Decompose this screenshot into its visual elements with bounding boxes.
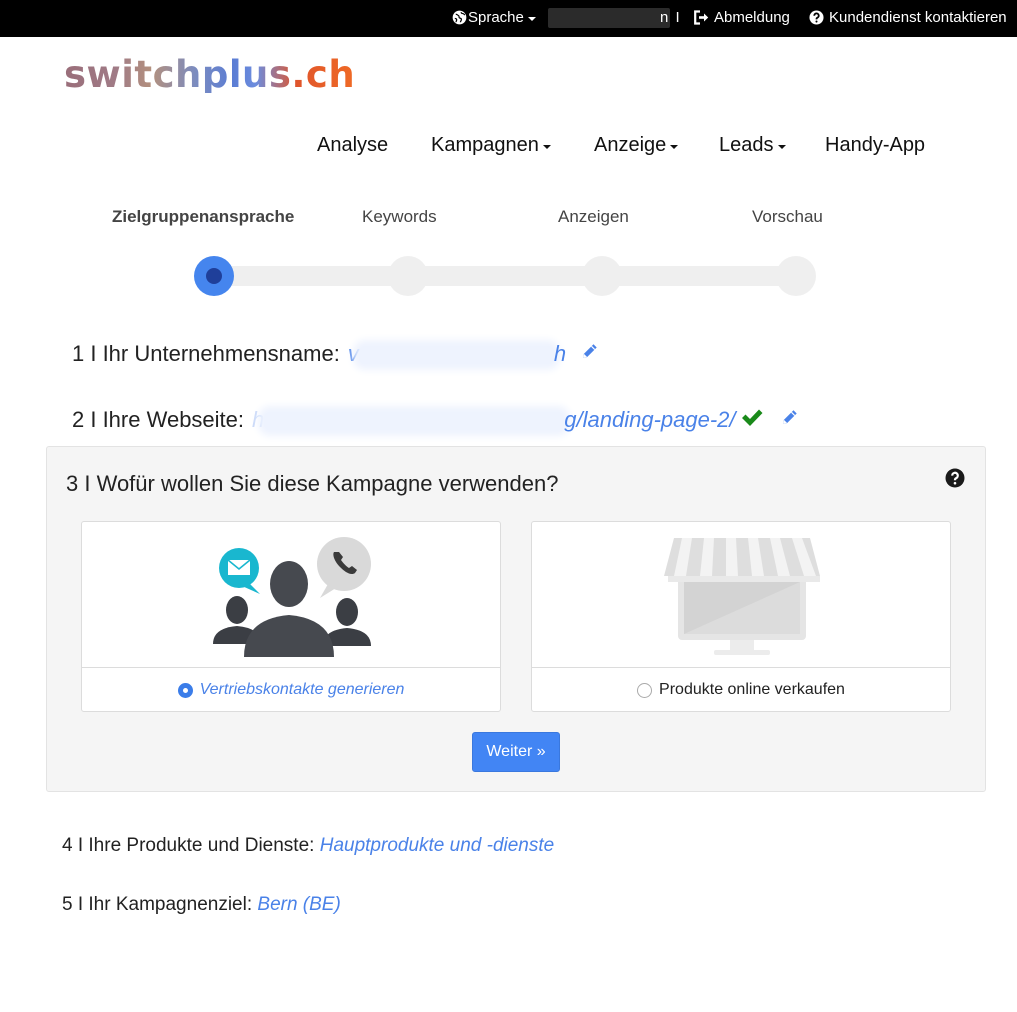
chevron-down-icon xyxy=(670,144,679,149)
user-name-redacted[interactable] xyxy=(548,8,670,28)
people-contact-illustration xyxy=(82,522,500,668)
products-value[interactable]: Hauptprodukte und -dienste xyxy=(320,835,555,856)
products-label: 4 I Ihre Produkte und Dienste: xyxy=(62,835,320,856)
option-card-shop[interactable]: Produkte online verkaufen xyxy=(531,521,951,712)
nav-item-kampagnen[interactable]: Kampagnen xyxy=(431,134,551,157)
support-link[interactable]: Kundendienst kontaktieren xyxy=(809,9,1007,26)
redacted-text xyxy=(358,346,554,365)
wizard-dot-1[interactable] xyxy=(194,256,234,296)
chevron-down-icon xyxy=(777,144,786,149)
target-row: 5 I Ihr Kampagnenziel: Bern (BE) xyxy=(62,894,341,916)
target-value[interactable]: Bern (BE) xyxy=(257,894,340,915)
chevron-down-icon xyxy=(542,144,551,149)
pencil-icon[interactable] xyxy=(580,341,600,367)
website-label: 2 I Ihre Webseite: xyxy=(72,407,245,432)
wizard-progress-track xyxy=(212,266,802,286)
top-bar: Sprache n I Abmeldung Kundendienst konta… xyxy=(0,0,1017,37)
option-leads[interactable]: Vertriebskontakte generieren xyxy=(82,668,500,712)
wizard-dot-3[interactable] xyxy=(582,256,622,296)
logo[interactable]: switchplus.ch xyxy=(64,56,355,93)
wizard-step-anzeigen[interactable]: Anzeigen xyxy=(558,207,629,227)
website-row: 2 I Ihre Webseite: h g/landing-page-2/ xyxy=(72,406,800,434)
nav-item-leads[interactable]: Leads xyxy=(719,134,786,157)
online-shop-illustration xyxy=(532,522,950,668)
website-value[interactable]: h g/landing-page-2/ xyxy=(252,407,736,433)
language-dropdown[interactable]: Sprache xyxy=(452,9,536,26)
pencil-icon[interactable] xyxy=(780,407,800,433)
chevron-down-icon xyxy=(527,16,536,21)
check-icon xyxy=(740,406,764,434)
products-row: 4 I Ihre Produkte und Dienste: Hauptprod… xyxy=(62,835,554,857)
option-shop-label: Produkte online verkaufen xyxy=(659,681,845,698)
wizard-dot-4[interactable] xyxy=(776,256,816,296)
user-name-tail: n I xyxy=(660,9,680,26)
option-card-leads[interactable]: Vertriebskontakte generieren xyxy=(81,521,501,712)
wizard-step-vorschau[interactable]: Vorschau xyxy=(752,207,823,227)
sign-out-icon xyxy=(694,10,709,25)
separator: I xyxy=(675,9,680,26)
campaign-purpose-title: 3 I Wofür wollen Sie diese Kampagne verw… xyxy=(66,471,559,496)
target-label: 5 I Ihr Kampagnenziel: xyxy=(62,894,258,915)
company-name-label: 1 I Ihr Unternehmensname: xyxy=(72,341,340,366)
next-button[interactable]: Weiter » xyxy=(472,732,560,772)
radio-leads[interactable] xyxy=(177,682,193,698)
support-label: Kundendienst kontaktieren xyxy=(829,9,1007,26)
nav-item-analyse[interactable]: Analyse xyxy=(317,134,388,157)
logout-label: Abmeldung xyxy=(714,9,790,26)
option-shop[interactable]: Produkte online verkaufen xyxy=(532,668,950,712)
wizard-dot-2[interactable] xyxy=(388,256,428,296)
nav-item-handy-app[interactable]: Handy-App xyxy=(825,134,925,157)
language-label: Sprache xyxy=(468,9,524,26)
logout-link[interactable]: Abmeldung xyxy=(693,9,790,26)
question-circle-icon xyxy=(809,10,824,25)
campaign-purpose-panel: 3 I Wofür wollen Sie diese Kampagne verw… xyxy=(46,446,986,792)
wizard-step-zielgruppenansprache[interactable]: Zielgruppenansprache xyxy=(112,207,294,227)
globe-icon xyxy=(452,10,467,25)
radio-shop[interactable] xyxy=(637,682,653,698)
wizard-step-keywords[interactable]: Keywords xyxy=(362,207,437,227)
company-name-row: 1 I Ihr Unternehmensname: vh xyxy=(72,341,600,367)
company-name-value[interactable]: vh xyxy=(348,341,566,367)
option-leads-label: Vertriebskontakte generieren xyxy=(199,681,405,698)
question-circle-icon[interactable] xyxy=(945,468,965,493)
nav-item-anzeige[interactable]: Anzeige xyxy=(594,134,679,157)
redacted-text xyxy=(264,412,565,431)
